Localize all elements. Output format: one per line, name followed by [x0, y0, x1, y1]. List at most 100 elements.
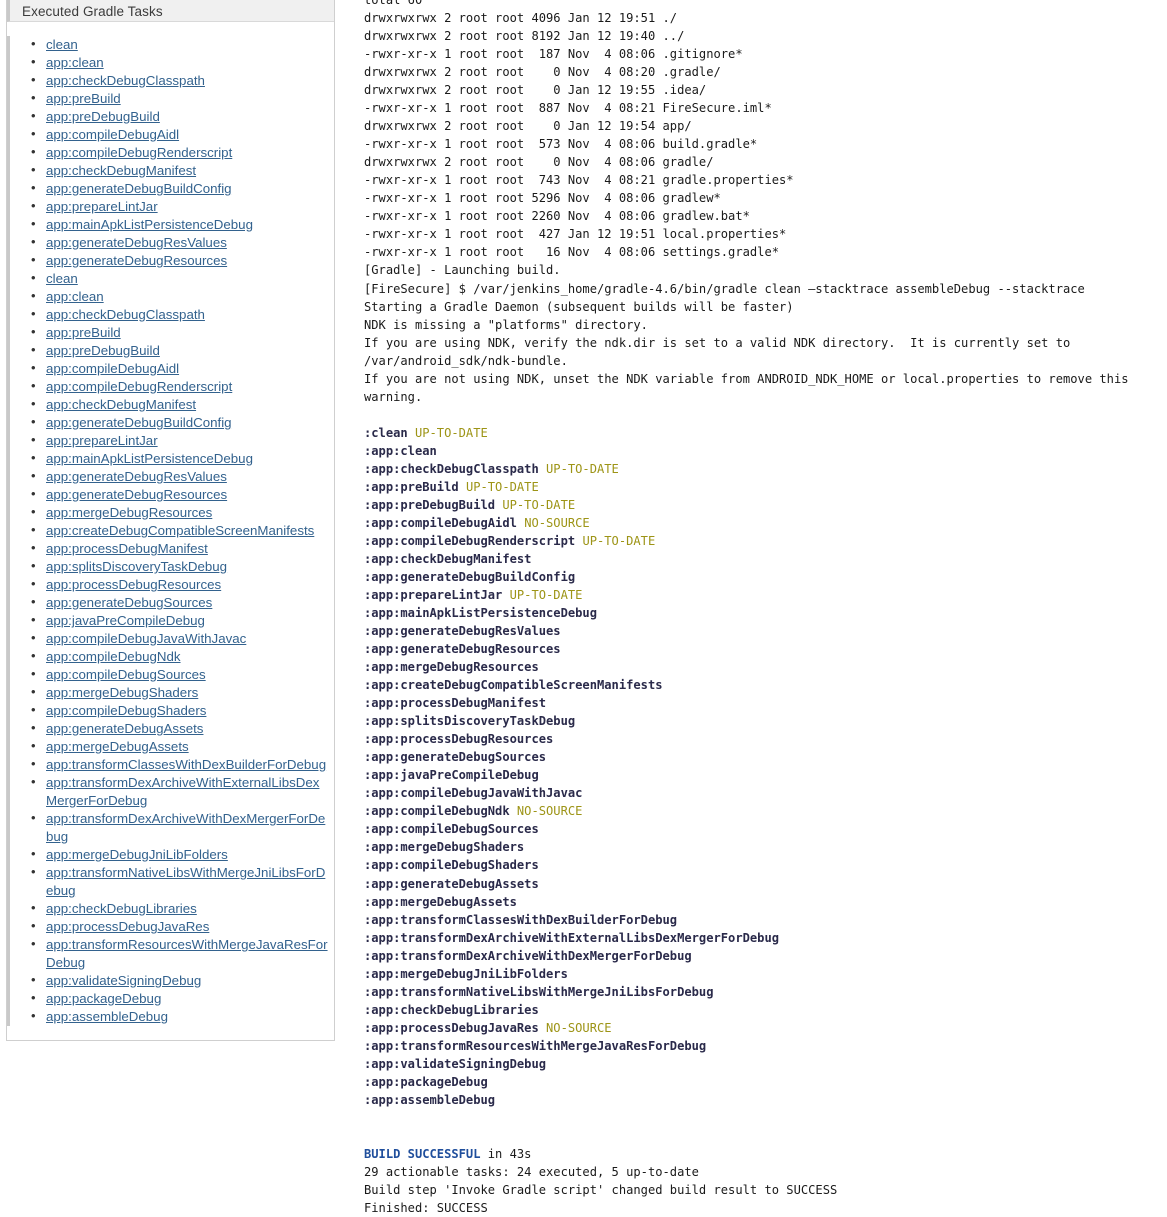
list-item[interactable]: app:mergeDebugAssets	[31, 737, 334, 756]
task-link[interactable]: app:preDebugBuild	[46, 343, 160, 358]
task-link[interactable]: app:processDebugResources	[46, 577, 221, 592]
list-item[interactable]: app:generateDebugResValues	[31, 467, 334, 486]
task-link[interactable]: app:compileDebugJavaWithJavac	[46, 631, 246, 646]
list-item[interactable]: app:generateDebugBuildConfig	[31, 413, 334, 432]
list-item[interactable]: app:transformDexArchiveWithDexMergerForD…	[31, 809, 334, 846]
task-link[interactable]: app:transformClassesWithDexBuilderForDeb…	[46, 757, 326, 772]
task-link[interactable]: app:transformNativeLibsWithMergeJniLibsF…	[46, 865, 325, 898]
list-item[interactable]: app:processDebugJavaRes	[31, 917, 334, 936]
task-link[interactable]: clean	[46, 271, 78, 286]
list-item[interactable]: app:javaPreCompileDebug	[31, 611, 334, 630]
task-link[interactable]: app:compileDebugRenderscript	[46, 145, 232, 160]
task-link[interactable]: app:preBuild	[46, 325, 121, 340]
list-item[interactable]: app:mainApkListPersistenceDebug	[31, 449, 334, 468]
task-link[interactable]: app:generateDebugResources	[46, 487, 227, 502]
task-link[interactable]: app:prepareLintJar	[46, 433, 158, 448]
list-item[interactable]: app:compileDebugShaders	[31, 701, 334, 720]
list-item[interactable]: app:checkDebugLibraries	[31, 899, 334, 918]
list-item[interactable]: app:generateDebugResources	[31, 251, 334, 270]
task-link[interactable]: app:preDebugBuild	[46, 109, 160, 124]
task-link[interactable]: app:compileDebugSources	[46, 667, 206, 682]
task-link[interactable]: app:prepareLintJar	[46, 199, 158, 214]
list-item[interactable]: app:transformResourcesWithMergeJavaResFo…	[31, 935, 334, 972]
list-item[interactable]: app:compileDebugAidl	[31, 125, 334, 144]
task-link[interactable]: app:createDebugCompatibleScreenManifests	[46, 523, 314, 538]
task-link[interactable]: app:processDebugManifest	[46, 541, 208, 556]
list-item[interactable]: app:compileDebugSources	[31, 665, 334, 684]
list-item[interactable]: app:mergeDebugResources	[31, 503, 334, 522]
list-item[interactable]: app:compileDebugJavaWithJavac	[31, 629, 334, 648]
list-item[interactable]: app:preBuild	[31, 89, 334, 108]
list-item[interactable]: app:checkDebugManifest	[31, 161, 334, 180]
list-item[interactable]: app:checkDebugManifest	[31, 395, 334, 414]
task-link[interactable]: app:generateDebugResValues	[46, 469, 227, 484]
task-link[interactable]: app:javaPreCompileDebug	[46, 613, 205, 628]
task-link[interactable]: app:compileDebugShaders	[46, 703, 206, 718]
task-link[interactable]: app:compileDebugRenderscript	[46, 379, 232, 394]
list-item[interactable]: app:generateDebugResources	[31, 485, 334, 504]
task-link[interactable]: app:mergeDebugResources	[46, 505, 212, 520]
task-link[interactable]: app:packageDebug	[46, 991, 161, 1006]
task-link[interactable]: app:processDebugJavaRes	[46, 919, 209, 934]
task-link[interactable]: app:transformDexArchiveWithExternalLibsD…	[46, 775, 319, 808]
task-link[interactable]: app:generateDebugAssets	[46, 721, 203, 736]
task-link[interactable]: app:generateDebugResValues	[46, 235, 227, 250]
task-link[interactable]: app:transformResourcesWithMergeJavaResFo…	[46, 937, 328, 970]
list-item[interactable]: app:generateDebugResValues	[31, 233, 334, 252]
task-link[interactable]: app:mergeDebugShaders	[46, 685, 198, 700]
list-item[interactable]: app:mainApkListPersistenceDebug	[31, 215, 334, 234]
list-item[interactable]: app:validateSigningDebug	[31, 971, 334, 990]
task-link[interactable]: app:assembleDebug	[46, 1009, 168, 1024]
task-link[interactable]: app:checkDebugManifest	[46, 163, 196, 178]
list-item[interactable]: app:compileDebugRenderscript	[31, 377, 334, 396]
task-link[interactable]: app:generateDebugResources	[46, 253, 227, 268]
list-item[interactable]: app:clean	[31, 287, 334, 306]
list-item[interactable]: app:packageDebug	[31, 989, 334, 1008]
task-link[interactable]: app:generateDebugSources	[46, 595, 212, 610]
list-item[interactable]: app:prepareLintJar	[31, 431, 334, 450]
task-link[interactable]: app:mainApkListPersistenceDebug	[46, 217, 253, 232]
list-item[interactable]: app:compileDebugAidl	[31, 359, 334, 378]
task-link[interactable]: app:checkDebugClasspath	[46, 307, 205, 322]
task-link[interactable]: app:checkDebugManifest	[46, 397, 196, 412]
list-item[interactable]: app:processDebugResources	[31, 575, 334, 594]
list-item[interactable]: app:mergeDebugJniLibFolders	[31, 845, 334, 864]
task-link[interactable]: app:compileDebugNdk	[46, 649, 181, 664]
list-item[interactable]: app:splitsDiscoveryTaskDebug	[31, 557, 334, 576]
list-item[interactable]: app:preDebugBuild	[31, 341, 334, 360]
task-link[interactable]: app:compileDebugAidl	[46, 127, 179, 142]
list-item[interactable]: app:transformDexArchiveWithExternalLibsD…	[31, 773, 334, 810]
task-link[interactable]: app:mainApkListPersistenceDebug	[46, 451, 253, 466]
task-link[interactable]: app:checkDebugLibraries	[46, 901, 197, 916]
task-link[interactable]: app:generateDebugBuildConfig	[46, 181, 232, 196]
list-item[interactable]: app:preBuild	[31, 323, 334, 342]
list-item[interactable]: app:clean	[31, 53, 334, 72]
list-item[interactable]: app:compileDebugNdk	[31, 647, 334, 666]
task-link[interactable]: app:mergeDebugAssets	[46, 739, 189, 754]
list-item[interactable]: clean	[31, 35, 334, 54]
list-item[interactable]: app:generateDebugAssets	[31, 719, 334, 738]
list-item[interactable]: app:mergeDebugShaders	[31, 683, 334, 702]
list-item[interactable]: app:compileDebugRenderscript	[31, 143, 334, 162]
task-link[interactable]: app:transformDexArchiveWithDexMergerForD…	[46, 811, 325, 844]
task-link[interactable]: app:mergeDebugJniLibFolders	[46, 847, 228, 862]
task-link[interactable]: app:clean	[46, 289, 104, 304]
list-item[interactable]: app:transformNativeLibsWithMergeJniLibsF…	[31, 863, 334, 900]
list-item[interactable]: app:transformClassesWithDexBuilderForDeb…	[31, 755, 334, 774]
list-item[interactable]: app:assembleDebug	[31, 1007, 334, 1026]
list-item[interactable]: app:prepareLintJar	[31, 197, 334, 216]
task-link[interactable]: clean	[46, 37, 78, 52]
list-item[interactable]: app:generateDebugBuildConfig	[31, 179, 334, 198]
list-item[interactable]: app:checkDebugClasspath	[31, 305, 334, 324]
task-link[interactable]: app:generateDebugBuildConfig	[46, 415, 232, 430]
list-item[interactable]: app:generateDebugSources	[31, 593, 334, 612]
task-link[interactable]: app:validateSigningDebug	[46, 973, 201, 988]
list-item[interactable]: app:processDebugManifest	[31, 539, 334, 558]
list-item[interactable]: app:createDebugCompatibleScreenManifests	[31, 521, 334, 540]
task-link[interactable]: app:splitsDiscoveryTaskDebug	[46, 559, 227, 574]
task-link[interactable]: app:clean	[46, 55, 104, 70]
task-link[interactable]: app:compileDebugAidl	[46, 361, 179, 376]
list-item[interactable]: app:preDebugBuild	[31, 107, 334, 126]
task-link[interactable]: app:checkDebugClasspath	[46, 73, 205, 88]
task-link[interactable]: app:preBuild	[46, 91, 121, 106]
